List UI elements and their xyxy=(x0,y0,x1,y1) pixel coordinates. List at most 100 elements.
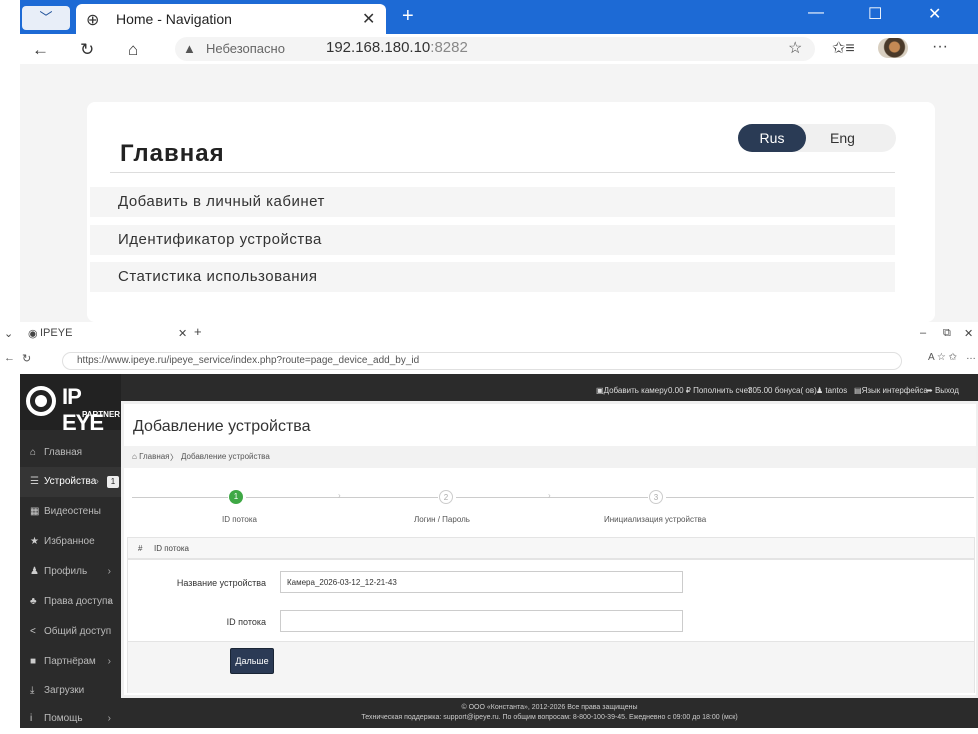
logo-subtext: PARTNER xyxy=(82,410,121,419)
language-icon: ▤ xyxy=(854,386,862,395)
step-arrow-icon: › xyxy=(548,491,551,500)
step-2-label: Логин / Пароль xyxy=(414,515,470,524)
sidebar-item-devices[interactable]: ☰ Устройства › 1 xyxy=(20,467,121,497)
url-text-2: https://www.ipeye.ru/ipeye_service/index… xyxy=(77,355,420,366)
star-icon: ★ xyxy=(30,536,39,547)
list-icon: ☰ xyxy=(30,476,39,487)
sidebar-item-help[interactable]: i Помощь › xyxy=(20,704,121,734)
breadcrumb: ⌂ Главная 〉 Добавление устройства xyxy=(124,446,976,468)
step-arrow-icon: › xyxy=(338,491,341,500)
step-line xyxy=(456,497,648,498)
browser-window-main: ﹀ ⊕ Home - Navigation ✕ + — ☐ ✕ ← ↻ ⌂ ▲ … xyxy=(0,0,978,322)
step-3-circle: 3 xyxy=(649,490,663,504)
tab-title: Home - Navigation xyxy=(116,11,232,27)
more-menu-icon-2[interactable]: … xyxy=(966,351,976,362)
address-bar-2[interactable]: https://www.ipeye.ru/ipeye_service/index… xyxy=(62,352,902,370)
step-3-label: Инициализация устройства xyxy=(604,515,707,524)
download-icon: ⤓ xyxy=(30,685,35,696)
tab-actions-icon[interactable]: ⌄ xyxy=(4,327,13,340)
favorite-star-icon[interactable]: ☆ xyxy=(788,38,802,58)
interface-language-link[interactable]: ▤Язык интерфейса xyxy=(854,386,928,395)
divider xyxy=(110,172,895,173)
sidebar-item-downloads[interactable]: ⤓ Загрузки xyxy=(20,676,121,706)
footer-support: Техническая поддержка: support@ipeye.ru.… xyxy=(361,714,738,721)
form-header: # ID потока xyxy=(127,537,975,559)
tab-close-button[interactable]: ✕ xyxy=(362,9,375,29)
tab-title-2[interactable]: IPEYE xyxy=(40,327,72,339)
ipeye-tab-icon: ◉ xyxy=(28,328,38,340)
top-navbar xyxy=(121,374,978,401)
sidebar-item-home[interactable]: ⌂ Главная xyxy=(20,438,121,468)
minimize-button[interactable]: — xyxy=(808,4,824,22)
tab-actions-button[interactable]: ﹀ xyxy=(22,6,70,30)
briefcase-icon: ■ xyxy=(30,656,37,667)
lang-rus-button[interactable]: Rus xyxy=(738,124,806,152)
new-tab-icon-2[interactable]: + xyxy=(194,324,202,339)
chevron-right-icon: › xyxy=(95,476,99,487)
maximize-button[interactable]: ☐ xyxy=(868,4,882,24)
page-title: Главная xyxy=(120,140,225,167)
stream-id-input[interactable] xyxy=(280,610,683,632)
menu-item-device-id[interactable]: Идентификатор устройства xyxy=(90,225,895,255)
profile-avatar[interactable] xyxy=(878,38,908,58)
form-hash: # xyxy=(138,544,143,553)
chevron-right-icon: › xyxy=(107,713,111,724)
stream-id-label: ID потока xyxy=(226,617,266,627)
sidebar-item-access-rights[interactable]: ♣ Права доступа › xyxy=(20,587,121,617)
home-icon[interactable]: ⌂ xyxy=(128,40,138,60)
user-link[interactable]: ♟ tantos xyxy=(816,386,847,395)
step-1-circle: 1 xyxy=(229,490,243,504)
user-icon: ♟ xyxy=(816,386,826,395)
breadcrumb-current: Добавление устройства xyxy=(181,452,270,461)
form-header-title: ID потока xyxy=(154,544,189,553)
back-icon-2[interactable]: ← xyxy=(4,352,15,364)
tab-close-icon-2[interactable]: ✕ xyxy=(178,327,187,340)
sidebar-item-sharing[interactable]: < Общий доступ xyxy=(20,617,121,647)
step-line xyxy=(666,497,974,498)
close-icon-2[interactable]: ✕ xyxy=(964,327,973,340)
refresh-icon-2[interactable]: ↻ xyxy=(22,352,31,365)
ipeye-logo[interactable]: IP EYE PARTNER xyxy=(20,374,121,435)
sidebar-item-partners[interactable]: ■ Партнёрам › xyxy=(20,647,121,677)
close-window-button[interactable]: ✕ xyxy=(928,4,941,24)
users-icon: ♣ xyxy=(30,596,37,607)
favorites-list-icon[interactable]: ✩≡ xyxy=(832,38,855,58)
camera-icon: ▣ xyxy=(596,386,604,395)
more-menu-icon[interactable]: ··· xyxy=(932,38,948,56)
chevron-right-icon: › xyxy=(107,656,111,667)
balance-link[interactable]: 0.00 ₽ Пополнить счет xyxy=(668,386,751,395)
title-bar-2: ⌄ ◉ IPEYE ✕ + – ⧉ ✕ xyxy=(0,322,978,346)
sidebar-item-videowalls[interactable]: ▦ Видеостены xyxy=(20,497,121,527)
lang-eng-button[interactable]: Eng xyxy=(830,130,855,146)
menu-item-usage-stats[interactable]: Статистика использования xyxy=(90,262,895,292)
restore-icon-2[interactable]: ⧉ xyxy=(943,327,951,340)
sidebar-item-favorites[interactable]: ★ Избранное xyxy=(20,527,121,557)
toolbar-icons-2[interactable]: A ☆ ✩ xyxy=(928,352,957,363)
devices-count-badge: 1 xyxy=(107,476,119,488)
back-icon[interactable]: ← xyxy=(32,40,49,60)
logout-link[interactable]: ➦ Выход xyxy=(926,386,959,395)
url-text[interactable]: 192.168.180.10:8282 xyxy=(326,39,468,56)
breadcrumb-home-link[interactable]: ⌂ Главная xyxy=(132,452,170,461)
menu-item-add-cabinet[interactable]: Добавить в личный кабинет xyxy=(90,187,895,217)
device-name-label: Название устройства xyxy=(176,578,266,588)
warning-icon: ▲ xyxy=(183,41,196,56)
new-tab-button[interactable]: + xyxy=(402,5,414,28)
step-1-label: ID потока xyxy=(222,515,257,524)
step-line xyxy=(246,497,438,498)
chevron-right-icon: › xyxy=(107,596,111,607)
info-icon: i xyxy=(30,713,33,724)
device-name-input[interactable] xyxy=(280,571,683,593)
minimize-icon-2[interactable]: – xyxy=(920,327,926,339)
breadcrumb-separator: 〉 xyxy=(170,453,178,462)
home-icon: ⌂ xyxy=(132,452,140,461)
tab-home-navigation[interactable]: ⊕ Home - Navigation ✕ xyxy=(76,4,386,34)
refresh-icon[interactable]: ↻ xyxy=(80,40,94,60)
grid-icon: ▦ xyxy=(30,506,40,517)
chevron-right-icon: › xyxy=(107,566,111,577)
add-camera-link[interactable]: ▣Добавить камеру xyxy=(596,386,668,395)
next-button[interactable]: Дальше xyxy=(230,648,274,674)
globe-icon: ⊕ xyxy=(86,12,100,29)
sidebar-item-profile[interactable]: ♟ Профиль › xyxy=(20,557,121,587)
bonus-link[interactable]: 305.00 бонуса( ов) xyxy=(748,386,817,395)
